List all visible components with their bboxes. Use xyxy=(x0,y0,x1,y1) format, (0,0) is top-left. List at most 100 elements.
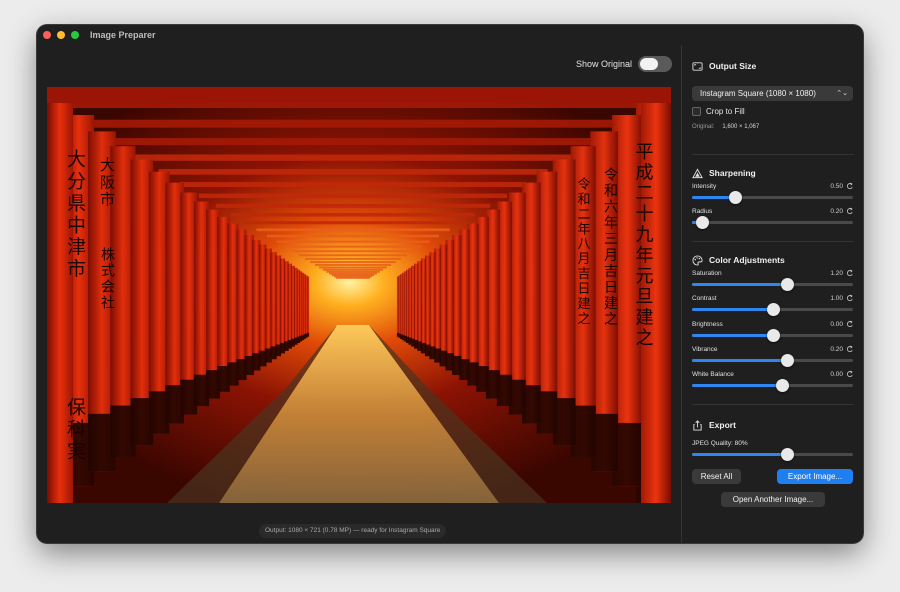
inscription-text: 株式会社 xyxy=(99,247,115,311)
torii-beam xyxy=(276,240,430,243)
toggle-knob xyxy=(640,58,659,70)
brightness-slider[interactable]: Brightness 0.00 xyxy=(692,320,854,343)
show-original-toggle[interactable] xyxy=(638,56,673,72)
triangle-icon xyxy=(692,167,703,178)
contrast-slider[interactable]: Contrast 1.00 xyxy=(692,294,854,317)
brightness-label: Brightness xyxy=(692,320,723,328)
share-icon xyxy=(693,419,702,431)
pillar-base xyxy=(307,332,310,337)
torii-beam xyxy=(198,193,508,199)
torii-beam xyxy=(292,250,414,253)
sharpening-header: Sharpening xyxy=(692,166,756,180)
white-balance-label: White Balance xyxy=(692,371,734,379)
intensity-slider[interactable]: Intensity 0.50 xyxy=(692,182,854,205)
reset-icon[interactable] xyxy=(846,207,854,215)
vibrance-label: Vibrance xyxy=(692,345,718,353)
slider-track xyxy=(692,278,853,291)
slider-thumb[interactable] xyxy=(776,379,790,393)
inscription-text: 令和二年八月吉日建之 xyxy=(575,177,591,327)
slider-fill xyxy=(692,384,783,388)
jpeg-quality-slider[interactable]: JPEG Quality: 80% xyxy=(692,440,854,462)
vibrance-slider[interactable]: Vibrance 0.20 xyxy=(692,345,854,368)
torii-beam xyxy=(134,154,572,161)
torii-beam xyxy=(304,257,402,260)
torii-beam xyxy=(77,119,629,128)
original-size-label: Original: xyxy=(692,124,715,130)
torii-beam xyxy=(244,221,462,225)
slider-fill xyxy=(692,333,773,337)
output-size-select[interactable]: Instagram Square (1080 × 1080) ⌃⌄ xyxy=(692,86,853,101)
crop-to-fill-row[interactable]: Crop to Fill xyxy=(692,105,745,117)
torii-beam xyxy=(310,261,396,264)
show-original-label: Show Original xyxy=(576,59,633,69)
section-divider xyxy=(692,241,854,242)
torii-beam xyxy=(256,228,450,232)
chevron-updown-icon: ⌃⌄ xyxy=(836,90,848,97)
brightness-value: 0.00 xyxy=(830,320,843,328)
torii-beam xyxy=(299,254,407,257)
slider-thumb[interactable] xyxy=(780,353,794,367)
reset-icon[interactable] xyxy=(846,320,854,328)
saturation-value: 1.20 xyxy=(830,270,843,277)
reset-all-button[interactable]: Reset All xyxy=(692,469,741,484)
image-preview: 大分県中津市 大阪市 株式会社 保科実 平成二十九年元旦建之 令和六年三月吉日建之 令和二年… xyxy=(47,87,671,503)
torii-beam xyxy=(158,169,548,175)
slider-thumb[interactable] xyxy=(695,216,709,229)
section-divider xyxy=(692,404,854,405)
close-window-button[interactable] xyxy=(43,31,51,39)
reset-icon[interactable] xyxy=(846,370,854,378)
minimize-window-button[interactable] xyxy=(57,31,65,39)
slider-thumb[interactable] xyxy=(780,278,794,291)
reset-icon[interactable] xyxy=(846,269,854,277)
section-divider xyxy=(692,154,854,155)
slider-thumb[interactable] xyxy=(766,303,780,317)
export-image-button[interactable]: Export Image... xyxy=(777,469,853,484)
reset-icon[interactable] xyxy=(846,294,854,302)
slider-thumb[interactable] xyxy=(729,191,743,204)
radius-slider[interactable]: Radius 0.20 xyxy=(692,207,854,230)
slider-thumb[interactable] xyxy=(780,448,794,461)
intensity-value: 0.50 xyxy=(830,183,843,190)
open-another-image-button[interactable]: Open Another Image... xyxy=(721,492,825,507)
torii-beam xyxy=(336,276,370,279)
torii-beam xyxy=(326,270,380,273)
contrast-value: 1.00 xyxy=(830,295,843,303)
slider-track xyxy=(692,448,853,461)
palette-icon xyxy=(692,254,703,266)
slider-track xyxy=(692,379,853,393)
front-beam xyxy=(47,87,671,103)
vibrance-value: 0.20 xyxy=(830,345,843,353)
intensity-label: Intensity xyxy=(692,183,717,190)
zoom-window-button[interactable] xyxy=(71,31,79,39)
slider-track xyxy=(692,303,853,317)
status-label: Output: 1080 × 721 (0.78 MP) — ready for… xyxy=(259,524,447,538)
radius-label: Radius xyxy=(692,208,713,215)
contrast-label: Contrast xyxy=(692,295,717,303)
torii-beam xyxy=(314,263,392,266)
reset-icon[interactable] xyxy=(846,345,854,353)
window-title: Image Preparer xyxy=(90,30,156,40)
color-header: Color Adjustments xyxy=(692,253,785,267)
output-size-title: Output Size xyxy=(709,61,757,71)
torii-beam xyxy=(266,234,440,238)
white-balance-value: 0.00 xyxy=(830,371,843,379)
inscription-text: 平成二十九年元旦建之 xyxy=(633,142,654,349)
slider-track xyxy=(692,328,853,342)
jpeg-quality-label: JPEG Quality: 80% xyxy=(692,440,748,447)
slider-thumb[interactable] xyxy=(766,328,780,342)
app-window: Image Preparer Show Original 大分県中津市 大阪市 … xyxy=(37,25,863,543)
torii-beam xyxy=(179,182,527,188)
inscription-text: 保科実 xyxy=(64,397,86,463)
export-header: Export xyxy=(692,418,736,432)
pillar-base xyxy=(396,332,399,337)
torii-beam xyxy=(322,268,384,271)
inscription-text: 大阪市 xyxy=(98,157,116,209)
crop-to-fill-checkbox[interactable] xyxy=(692,106,701,116)
saturation-slider[interactable]: Saturation 1.20 xyxy=(692,269,854,292)
export-title: Export xyxy=(709,420,736,430)
white-balance-slider[interactable]: White Balance 0.00 xyxy=(692,370,854,393)
reset-icon[interactable] xyxy=(846,182,854,190)
output-size-header: Output Size xyxy=(692,59,756,73)
torii-beam xyxy=(215,203,491,208)
slider-fill xyxy=(692,358,787,362)
